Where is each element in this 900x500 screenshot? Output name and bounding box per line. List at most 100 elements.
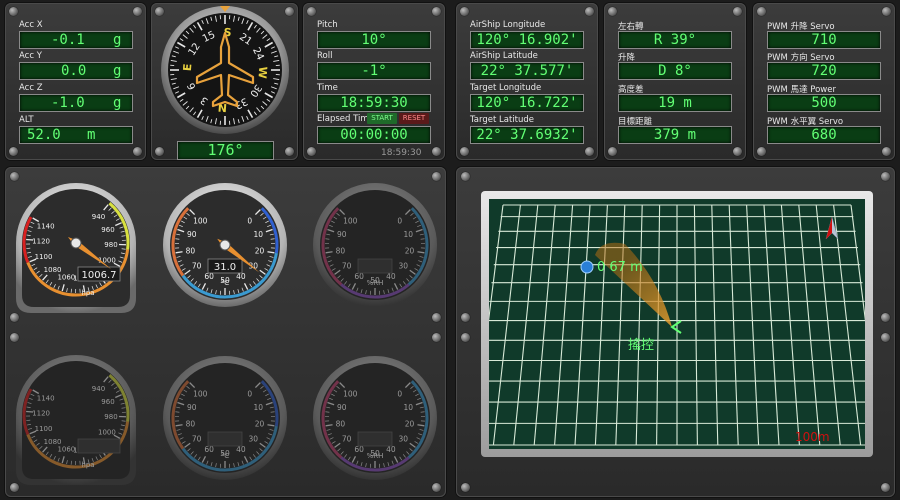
gauge-unit: %RH (367, 279, 384, 287)
acc-z-unit: g (113, 95, 122, 111)
time-value: 18:59:30 (317, 94, 431, 112)
gauge-tick-label: 940 (92, 385, 105, 393)
screw (733, 7, 742, 16)
screw (432, 313, 441, 322)
screw (608, 147, 617, 156)
reset-button[interactable]: RESET (399, 113, 429, 124)
gauge-tick-label: 90 (337, 403, 347, 412)
map-scale-label: 100m (795, 430, 830, 444)
gauge-tick-label: 20 (255, 419, 265, 428)
screw (585, 147, 594, 156)
acc-x-number: -0.1 (51, 32, 85, 48)
gauge-tick-label: 1000 (98, 428, 116, 436)
gauge-tick-label: 30 (399, 262, 409, 271)
screw (10, 333, 19, 342)
target-longitude-label: Target Longitude (470, 83, 542, 93)
temperature-gauge-top: 0102030405060708090100°C31.0 (163, 183, 287, 307)
screw (881, 333, 890, 342)
gauge-readout-box (357, 431, 393, 447)
temperature-gauge-bottom: 0102030405060708090100°C (163, 356, 287, 480)
gauge-tick-label: 30 (249, 262, 259, 271)
airship-marker-icon (580, 260, 594, 274)
acc-y-number: 0.0 (61, 63, 87, 79)
compass-panel: N 3 6 E 12 15 S 21 24 W 30 33 176° (151, 3, 298, 160)
gauge-tick (325, 238, 330, 240)
acc-y-unit: g (113, 63, 122, 79)
gauge-tick-label: 20 (405, 246, 415, 255)
gauge-readout: 1006.7 (82, 270, 117, 281)
screw (733, 147, 742, 156)
screw (307, 7, 316, 16)
gauge-tick-label: 80 (336, 419, 346, 428)
gauge-hub (219, 239, 231, 251)
gauge-tick-label: 1080 (44, 438, 62, 446)
gauge-tick-label: 30 (249, 435, 259, 444)
gauge-tick-label: 1060 (57, 274, 75, 282)
heading-readout: 176° (177, 141, 274, 160)
gauge-tick-label: 90 (187, 403, 197, 412)
gauge-tick-label: 1100 (35, 425, 53, 433)
gauge-tick-label: 960 (101, 226, 114, 234)
roll-value: -1° (317, 62, 431, 80)
screw (133, 147, 142, 156)
pressure-gauge-bottom: 9409609801000102010401060108011001120114… (16, 355, 136, 485)
gauge-tick-label: 100 (343, 216, 358, 225)
gauge-tick-label: 10 (254, 403, 264, 412)
gauge-tick-label: 1100 (35, 253, 53, 261)
gauge-tick-label: 960 (101, 398, 114, 406)
gauge-tick-label: 40 (236, 272, 246, 281)
gauge-tick (270, 238, 275, 240)
gauge-tick-label: 980 (104, 413, 117, 421)
screw (460, 7, 469, 16)
target-latitude-value: 22° 37.6932' (470, 126, 584, 144)
map-view[interactable]: 0 67 m 搖控 100m (489, 199, 865, 449)
gauge-readout: 31.0 (214, 262, 236, 273)
compass-dial: N36E1215 S 2124W3033 (161, 6, 289, 134)
airship-latitude-label: AirShip Latitude (470, 51, 538, 61)
gauge-tick-label: 100 (343, 389, 358, 398)
elapsed-value: 00:00:00 (317, 126, 431, 144)
screw (757, 147, 766, 156)
gauge-tick-label: 60 (354, 272, 364, 281)
gauge-unit: °C (221, 452, 230, 460)
gauge-unit: %RH (367, 452, 384, 460)
pitch-label: Pitch (317, 20, 338, 30)
map-panel: 0 67 m 搖控 100m (456, 167, 895, 497)
gauge-tick-label: 40 (236, 445, 246, 454)
screw (461, 172, 470, 181)
gauge-tick-label: 10 (404, 403, 414, 412)
gauge-tick-label: 0 (247, 389, 252, 398)
acc-x-label: Acc X (19, 20, 43, 30)
turn-value: R 39° (618, 31, 732, 49)
gauge-tick-label: 90 (187, 230, 197, 239)
gauge-tick (175, 411, 180, 413)
compass-dial-label: W (256, 66, 270, 79)
gauge-tick-label: 60 (354, 445, 364, 454)
gauge-tick-label: 70 (192, 262, 202, 271)
gauge-tick-label: 60 (204, 445, 214, 454)
gauge-tick-label: 980 (104, 241, 117, 249)
acc-y-label: Acc Y (19, 51, 42, 61)
gauge-tick-label: 40 (386, 445, 396, 454)
gauge-tick (270, 411, 275, 413)
screw (882, 7, 891, 16)
gauge-tick-label: 940 (92, 213, 105, 221)
alt-label: ALT (19, 115, 34, 125)
pitch-value: 10° (317, 31, 431, 49)
acc-z-label: Acc Z (19, 83, 43, 93)
target-longitude-value: 120° 16.722' (470, 94, 584, 112)
humidity-gauge-top: 0102030405060708090100%RH (313, 183, 437, 307)
nav-panel: 左右轉 R 39° 升降 D 8° 高度差 19 m 目標距離 379 m (604, 3, 746, 160)
gauge-tick-label: 20 (255, 246, 265, 255)
gauge-tick-label: 20 (405, 419, 415, 428)
screw (585, 7, 594, 16)
gauge-tick-label: 1120 (32, 410, 50, 418)
gauge-tick (325, 411, 330, 413)
start-button[interactable]: START (367, 113, 397, 124)
gauge-tick-label: 1140 (37, 223, 55, 231)
gauge-unit: °C (221, 279, 230, 287)
pwm-stabilizer-value: 680 (767, 126, 881, 144)
screw (881, 313, 890, 322)
gauge-tick-label: 1140 (37, 395, 55, 403)
screw (432, 7, 441, 16)
